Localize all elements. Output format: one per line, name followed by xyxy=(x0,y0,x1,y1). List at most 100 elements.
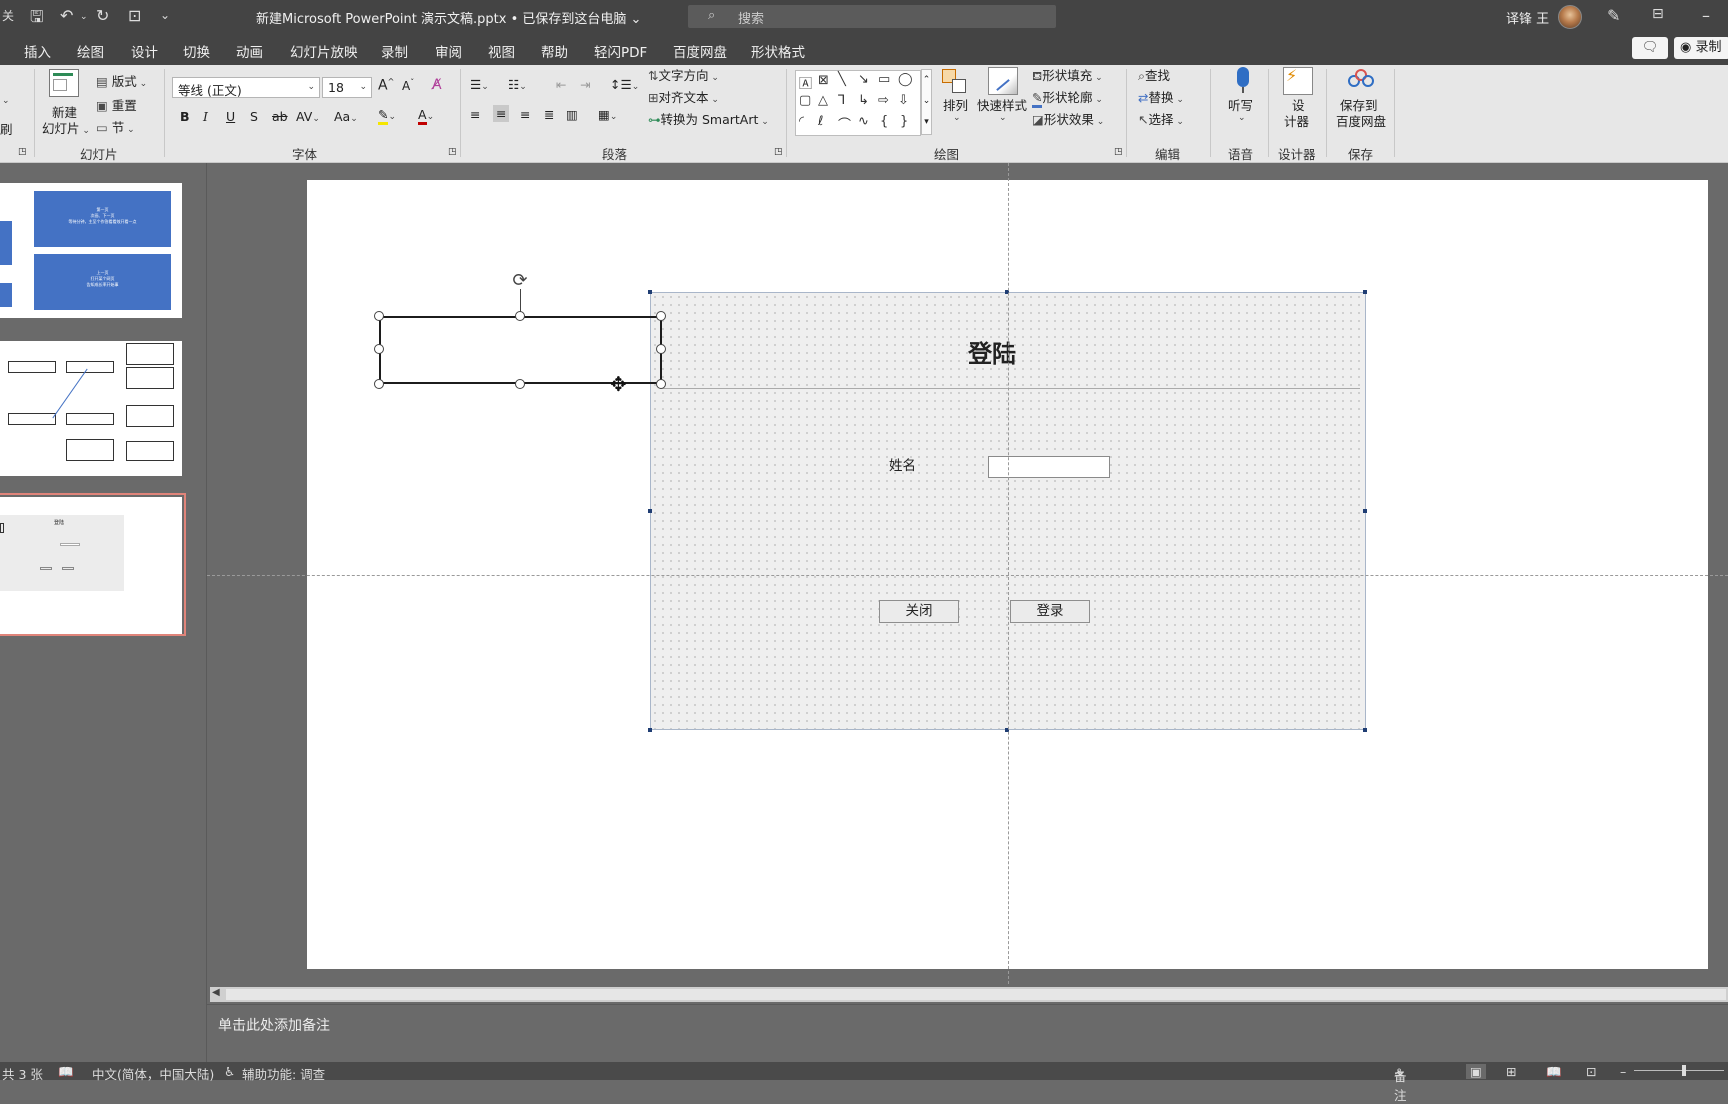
shape-fill-button[interactable]: ⛾形状填充 ⌄ xyxy=(1032,65,1103,85)
text-direction-button[interactable]: ⇅文字方向 ⌄ xyxy=(648,65,719,84)
microphone-icon[interactable] xyxy=(1228,67,1258,95)
right-arrow-shape-icon[interactable]: ⇨ xyxy=(878,93,889,108)
close-button[interactable]: 关闭 xyxy=(879,600,959,623)
font-color-icon[interactable]: A⌄ xyxy=(418,107,434,125)
tab-insert[interactable]: 插入 xyxy=(24,41,51,61)
paragraph-launcher-icon[interactable]: ◳ xyxy=(774,147,783,157)
tab-review[interactable]: 审阅 xyxy=(435,41,462,61)
zoom-slider[interactable] xyxy=(1634,1070,1724,1071)
user-name[interactable]: 译锋 王 xyxy=(1506,8,1549,27)
present-icon[interactable]: ⊡ xyxy=(128,6,141,25)
notes-pane[interactable] xyxy=(207,1004,1728,1062)
customize-qat-icon[interactable]: ⌄ xyxy=(160,8,170,22)
shapes-gallery[interactable]: 🄰 ⊠ ╲ ↘ ▭ ◯ ▢ △ ⅂ ↳ ⇨ ⇩ ◜ ℓ ⌒ ∿ { } xyxy=(795,70,921,136)
numbering-icon[interactable]: ☷⌄ xyxy=(508,77,527,92)
slideshow-view-icon[interactable]: ⊡ xyxy=(1586,1064,1596,1079)
smartart-button[interactable]: ⊶转换为 SmartArt ⌄ xyxy=(648,109,769,128)
avatar[interactable] xyxy=(1558,5,1582,29)
justify-icon[interactable]: ≣ xyxy=(544,107,554,122)
shapes-gallery-scroll[interactable]: ⌃ ⌄ ▾ xyxy=(921,69,932,135)
slide-thumbnail-pane[interactable]: 第一页 次画、下一页 等待分钟，主至个作答看看效开看一点 上一页 打开某个网页 … xyxy=(0,163,207,1066)
record-button[interactable]: ◉ 录制 xyxy=(1674,37,1728,59)
elbow-connector-icon[interactable]: ⅂ xyxy=(838,93,845,108)
tab-draw[interactable]: 绘图 xyxy=(77,41,104,61)
align-text-button[interactable]: ⊞对齐文本 ⌄ xyxy=(648,87,719,106)
tab-baidu[interactable]: 百度网盘 xyxy=(673,41,727,61)
find-button[interactable]: ⌕查找 xyxy=(1138,65,1170,84)
columns-icon[interactable]: ▦⌄ xyxy=(598,107,617,122)
format-painter-dropdown-icon[interactable]: ⌄ xyxy=(2,91,10,106)
selection-handle[interactable] xyxy=(1363,290,1367,294)
rectangle-shape-icon[interactable]: ▭ xyxy=(878,72,890,87)
elbow-arrow-icon[interactable]: ↳ xyxy=(858,93,869,108)
resize-handle[interactable] xyxy=(374,379,384,389)
tab-pdf[interactable]: 轻闪PDF xyxy=(594,41,647,61)
shrink-font-icon[interactable]: Aˇ xyxy=(402,78,414,93)
resize-handle[interactable] xyxy=(656,379,666,389)
accessibility-icon[interactable]: ♿ xyxy=(224,1064,235,1079)
resize-handle[interactable] xyxy=(656,344,666,354)
document-title[interactable]: 新建Microsoft PowerPoint 演示文稿.pptx • 已保存到这… xyxy=(256,8,641,27)
freeform-shape-icon[interactable]: ◜ xyxy=(799,114,804,129)
quick-styles-dropdown-icon[interactable]: ⌄ xyxy=(999,113,1007,123)
dictate-dropdown-icon[interactable]: ⌄ xyxy=(1238,113,1246,123)
selection-handle[interactable] xyxy=(648,728,652,732)
search-input[interactable]: ⌕ 搜索 xyxy=(688,5,1056,28)
shape-outline-button[interactable]: ✎形状轮廓 ⌄ xyxy=(1032,87,1103,108)
selection-handle[interactable] xyxy=(648,290,652,294)
tab-animations[interactable]: 动画 xyxy=(236,41,263,61)
new-slide-button[interactable]: 幻灯片 ⌄ xyxy=(42,118,90,137)
decrease-indent-icon[interactable]: ⇤ xyxy=(556,77,566,92)
login-button[interactable]: 登录 xyxy=(1010,600,1090,623)
zoom-slider-thumb[interactable] xyxy=(1682,1065,1686,1076)
horizontal-scrollbar[interactable]: ◀ xyxy=(210,987,1728,1002)
bullets-icon[interactable]: ☰⌄ xyxy=(470,77,489,92)
rounded-rect-shape-icon[interactable]: ▢ xyxy=(799,93,811,108)
resize-handle[interactable] xyxy=(515,379,525,389)
line-shape-icon[interactable]: ╲ xyxy=(838,72,846,87)
save-icon[interactable]: 🖫 xyxy=(30,6,44,33)
save-baidu-label-2[interactable]: 百度网盘 xyxy=(1336,111,1386,130)
resize-handle[interactable] xyxy=(656,311,666,321)
select-button[interactable]: ↖选择 ⌄ xyxy=(1138,109,1184,128)
align-right-icon[interactable]: ≡ xyxy=(520,107,530,122)
tab-record[interactable]: 录制 xyxy=(381,41,408,61)
highlight-icon[interactable]: ✎⌄ xyxy=(378,107,396,125)
curve-shape-icon[interactable]: ∿ xyxy=(858,114,869,129)
new-slide-icon[interactable] xyxy=(49,69,79,97)
dictate-label[interactable]: 听写 xyxy=(1228,95,1253,114)
arrange-label[interactable]: 排列 xyxy=(943,95,968,114)
slide-sorter-icon[interactable]: ⊞ xyxy=(1506,1064,1516,1079)
language-status[interactable]: 中文(简体，中国大陆) xyxy=(92,1064,214,1083)
resize-handle[interactable] xyxy=(374,344,384,354)
arrange-icon[interactable] xyxy=(940,69,970,97)
strikethrough-icon[interactable]: ab xyxy=(272,109,288,124)
arrange-dropdown-icon[interactable]: ⌄ xyxy=(953,113,961,123)
reset-button[interactable]: ▣ 重置 xyxy=(96,95,137,114)
horizontal-guide[interactable] xyxy=(207,575,1728,576)
line-spacing-icon[interactable]: ↕☰⌄ xyxy=(610,77,639,92)
name-input[interactable] xyxy=(988,456,1110,478)
grow-font-icon[interactable]: A^ xyxy=(378,77,394,94)
selection-handle[interactable] xyxy=(1363,728,1367,732)
distributed-icon[interactable]: ▥ xyxy=(566,107,578,122)
designer-label-2[interactable]: 计器 xyxy=(1284,111,1309,130)
underline-icon[interactable]: U xyxy=(226,109,235,124)
tab-view[interactable]: 视图 xyxy=(488,41,515,61)
tab-transitions[interactable]: 切换 xyxy=(183,41,210,61)
arrow-line-shape-icon[interactable]: ↘ xyxy=(858,72,869,87)
slide-thumbnail-1[interactable]: 第一页 次画、下一页 等待分钟，主至个作答看看效开看一点 上一页 打开某个网页 … xyxy=(0,183,182,318)
scrollbar-thumb[interactable] xyxy=(226,989,1726,1000)
replace-button[interactable]: ⇄替换 ⌄ xyxy=(1138,87,1184,106)
shape-effects-button[interactable]: ◪形状效果 ⌄ xyxy=(1032,109,1104,128)
drawing-launcher-icon[interactable]: ◳ xyxy=(1114,147,1123,157)
undo-dropdown-icon[interactable]: ⌄ xyxy=(80,12,88,22)
rotate-handle-icon[interactable]: ⟳ xyxy=(508,270,532,292)
oval-shape-icon[interactable]: ◯ xyxy=(898,72,913,87)
tab-shape-format[interactable]: 形状格式 xyxy=(751,41,805,61)
change-case-icon[interactable]: Aa⌄ xyxy=(334,109,358,124)
scribble-shape-icon[interactable]: ℓ xyxy=(818,114,823,129)
pen-icon[interactable]: ✎ xyxy=(1607,6,1620,25)
arc-shape-icon[interactable]: ⌒ xyxy=(838,114,851,133)
slide-thumbnail-3[interactable]: 登陆 xyxy=(0,493,186,636)
